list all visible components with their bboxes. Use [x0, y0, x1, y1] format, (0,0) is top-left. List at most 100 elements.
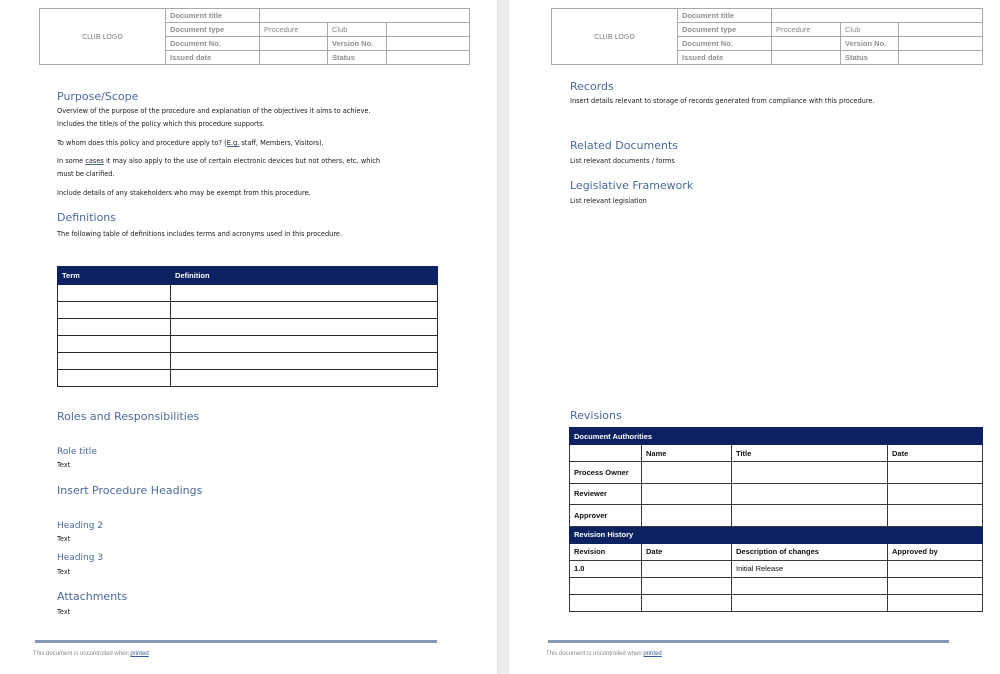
club-value[interactable] — [898, 22, 983, 37]
name-cell[interactable] — [641, 504, 732, 527]
attachments-heading: Attachments — [57, 590, 128, 603]
issued-date-value[interactable] — [259, 50, 328, 65]
footer-divider — [548, 640, 949, 643]
doc-type-value[interactable]: Procedure — [259, 22, 328, 37]
revision-cell[interactable]: 1.0 — [569, 559, 642, 578]
purpose-line-4: In some cases it may also apply to the u… — [57, 155, 380, 168]
version-value[interactable] — [898, 36, 983, 51]
table-row: Process Owner — [569, 461, 983, 484]
name-cell[interactable] — [641, 482, 732, 505]
date-cell[interactable] — [887, 504, 983, 527]
doc-no-label: Document No. — [677, 36, 772, 51]
version-label: Version No. — [840, 36, 899, 51]
definition-cell[interactable] — [170, 284, 438, 302]
footer-text-main: This document is uncontrolled when — [33, 651, 131, 657]
role-cell: Reviewer — [569, 482, 642, 505]
issued-date-label: Issued date — [677, 50, 772, 65]
definitions-heading: Definitions — [57, 211, 116, 224]
column-header-approved-by: Approved by — [887, 542, 983, 561]
definition-cell[interactable] — [170, 301, 438, 319]
role-cell: Approver — [569, 504, 642, 527]
purpose-line-5: must be clarified. — [57, 170, 115, 178]
table-row: 1.0 Initial Release — [569, 559, 983, 578]
doc-no-value[interactable] — [771, 36, 841, 51]
definition-cell[interactable] — [170, 369, 438, 387]
footer-text-main: This document is uncontrolled when — [546, 651, 644, 657]
status-value[interactable] — [386, 50, 470, 65]
footer-link-printed[interactable]: printed — [130, 651, 148, 657]
term-cell[interactable] — [57, 369, 171, 387]
column-header-term: Term — [57, 266, 171, 285]
document-authorities-title: Document Authorities — [569, 427, 983, 445]
doc-type-value[interactable]: Procedure — [771, 22, 841, 37]
spellcheck-eg[interactable]: E.g. — [227, 139, 240, 147]
role-text: Text — [57, 461, 71, 469]
definition-cell[interactable] — [170, 335, 438, 353]
page-gutter — [497, 0, 509, 674]
table-row — [57, 301, 438, 319]
definition-cell[interactable] — [170, 318, 438, 336]
club-logo-placeholder: CLUB LOGO — [551, 8, 678, 65]
revision-history-title: Revision History — [569, 525, 983, 544]
status-label: Status — [840, 50, 899, 65]
column-header-date: Date — [641, 542, 732, 561]
column-header-revision: Revision — [569, 542, 642, 561]
date-cell[interactable] — [887, 461, 983, 484]
history-header-row: Revision Date Description of changes App… — [569, 542, 983, 561]
table-row: Reviewer — [569, 482, 983, 505]
date-cell[interactable] — [641, 576, 732, 595]
footer-link-printed[interactable]: printed — [643, 651, 661, 657]
column-header-date: Date — [887, 444, 983, 462]
version-value[interactable] — [386, 36, 470, 51]
table-row — [57, 284, 438, 302]
approved-by-cell[interactable] — [887, 576, 983, 595]
status-label: Status — [327, 50, 387, 65]
title-cell[interactable] — [731, 461, 888, 484]
issued-date-label: Issued date — [165, 50, 260, 65]
approved-by-cell[interactable] — [887, 559, 983, 578]
column-header-blank — [569, 444, 642, 462]
purpose-line-2: Includes the title/s of the policy which… — [57, 120, 265, 128]
doc-title-value[interactable] — [771, 8, 983, 23]
name-cell[interactable] — [641, 461, 732, 484]
definition-cell[interactable] — [170, 352, 438, 370]
title-cell[interactable] — [731, 482, 888, 505]
term-cell[interactable] — [57, 335, 171, 353]
doc-title-value[interactable] — [259, 8, 470, 23]
club-label: Club — [840, 22, 899, 37]
date-cell[interactable] — [641, 593, 732, 612]
term-cell[interactable] — [57, 284, 171, 302]
document-page-1: CLUB LOGO Document title Document type P… — [0, 0, 497, 674]
doc-title-label: Document title — [677, 8, 772, 23]
revisions-table: Document Authorities Name Title Date Pro… — [569, 427, 983, 612]
revision-cell[interactable] — [569, 576, 642, 595]
description-cell[interactable]: Initial Release — [731, 559, 888, 578]
column-header-description: Description of changes — [731, 542, 888, 561]
term-cell[interactable] — [57, 352, 171, 370]
table-row — [57, 352, 438, 370]
status-value[interactable] — [898, 50, 983, 65]
approved-by-cell[interactable] — [887, 593, 983, 612]
definitions-header-row: Term Definition — [57, 266, 438, 285]
date-cell[interactable] — [641, 559, 732, 578]
column-header-definition: Definition — [170, 266, 438, 285]
description-cell[interactable] — [731, 593, 888, 612]
attachments-text: Text — [57, 608, 71, 616]
purpose-line-1: Overview of the purpose of the procedure… — [57, 107, 371, 115]
table-row: Approver — [569, 504, 983, 527]
footer-text: This document is uncontrolled when print… — [546, 651, 662, 657]
title-cell[interactable] — [731, 504, 888, 527]
purpose-heading: Purpose/Scope — [57, 90, 139, 103]
document-authorities-band: Document Authorities — [569, 427, 983, 445]
club-value[interactable] — [386, 22, 470, 37]
spellcheck-cases[interactable]: cases — [85, 157, 104, 165]
term-cell[interactable] — [57, 318, 171, 336]
description-cell[interactable] — [731, 576, 888, 595]
date-cell[interactable] — [887, 482, 983, 505]
doc-no-value[interactable] — [259, 36, 328, 51]
issued-date-value[interactable] — [771, 50, 841, 65]
club-label: Club — [327, 22, 387, 37]
revision-cell[interactable] — [569, 593, 642, 612]
term-cell[interactable] — [57, 301, 171, 319]
club-logo-placeholder: CLUB LOGO — [39, 8, 166, 65]
